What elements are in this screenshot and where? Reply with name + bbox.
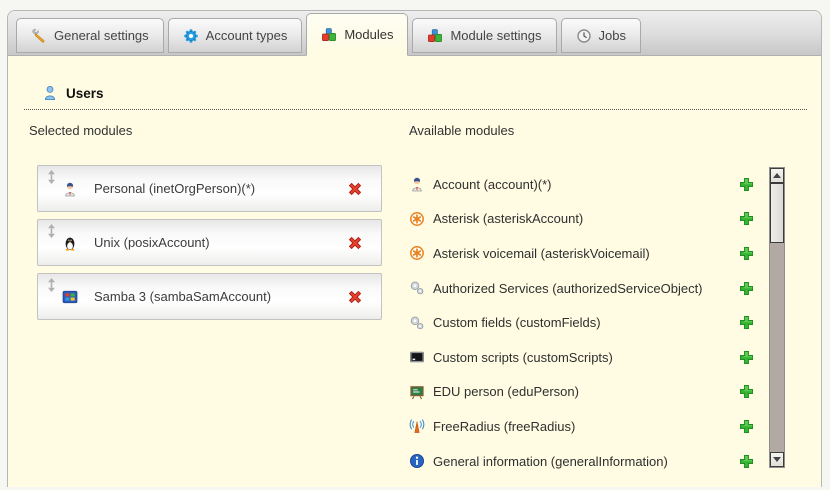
available-module-label: Asterisk (asteriskAccount) bbox=[433, 211, 738, 226]
available-module-label: EDU person (eduPerson) bbox=[433, 384, 738, 399]
person-icon bbox=[62, 181, 78, 197]
add-module-button[interactable] bbox=[738, 383, 755, 400]
scroll-down-button[interactable] bbox=[770, 452, 784, 467]
available-module-row: Authorized Services (authorizedServiceOb… bbox=[409, 271, 755, 306]
available-module-row: Custom fields (customFields) bbox=[409, 305, 755, 340]
selected-modules-label: Selected modules bbox=[29, 123, 132, 138]
tab-module-settings[interactable]: Module settings bbox=[412, 18, 556, 53]
add-module-button[interactable] bbox=[738, 176, 755, 193]
config-tabs-container: General settings Account types Modules Modu… bbox=[7, 10, 822, 487]
user-icon bbox=[42, 85, 58, 101]
available-module-row: Asterisk (asteriskAccount) bbox=[409, 202, 755, 237]
available-modules-label: Available modules bbox=[409, 123, 514, 138]
tab-account-types[interactable]: Account types bbox=[168, 18, 303, 53]
tab-label: General settings bbox=[54, 28, 149, 43]
gear-icon bbox=[183, 28, 199, 44]
selected-module-label: Personal (inetOrgPerson)(*) bbox=[94, 181, 255, 196]
tab-label: Jobs bbox=[599, 28, 626, 43]
tab-modules[interactable]: Modules bbox=[306, 13, 408, 56]
selected-module-row[interactable]: Unix (posixAccount) bbox=[37, 219, 382, 266]
available-module-row: Custom scripts (customScripts) bbox=[409, 340, 755, 375]
info-icon bbox=[409, 453, 425, 469]
available-module-label: Account (account)(*) bbox=[433, 177, 738, 192]
tab-general-settings[interactable]: General settings bbox=[16, 18, 164, 53]
scrollbar-thumb[interactable] bbox=[770, 183, 784, 243]
scroll-up-button[interactable] bbox=[770, 168, 784, 183]
available-module-label: Asterisk voicemail (asteriskVoicemail) bbox=[433, 246, 738, 261]
tab-label: Module settings bbox=[450, 28, 541, 43]
add-module-button[interactable] bbox=[738, 314, 755, 331]
section-heading-users: Users bbox=[24, 85, 807, 110]
add-module-button[interactable] bbox=[738, 418, 755, 435]
windows-icon bbox=[62, 289, 78, 305]
asterisk-icon bbox=[409, 245, 425, 261]
available-module-label: Custom fields (customFields) bbox=[433, 315, 738, 330]
available-module-row: General information (generalInformation) bbox=[409, 444, 755, 479]
chalkboard-icon bbox=[409, 384, 425, 400]
available-module-label: Authorized Services (authorizedServiceOb… bbox=[433, 281, 738, 296]
gears-icon bbox=[409, 280, 425, 296]
tab-label: Account types bbox=[206, 28, 288, 43]
clock-icon bbox=[576, 28, 592, 44]
add-module-button[interactable] bbox=[738, 280, 755, 297]
gears-icon bbox=[409, 315, 425, 331]
person-icon bbox=[409, 176, 425, 192]
available-module-row: EDU person (eduPerson) bbox=[409, 375, 755, 410]
available-module-label: Custom scripts (customScripts) bbox=[433, 350, 738, 365]
tab-jobs[interactable]: Jobs bbox=[561, 18, 641, 53]
add-module-button[interactable] bbox=[738, 245, 755, 262]
modules-icon bbox=[427, 28, 443, 44]
available-module-label: General information (generalInformation) bbox=[433, 454, 738, 469]
remove-module-button[interactable] bbox=[346, 234, 364, 252]
available-module-row: Account (account)(*) bbox=[409, 167, 755, 202]
scroll-up-icon bbox=[773, 173, 781, 178]
drag-handle-icon[interactable] bbox=[47, 278, 56, 291]
tux-icon bbox=[62, 235, 78, 251]
add-module-button[interactable] bbox=[738, 349, 755, 366]
add-module-button[interactable] bbox=[738, 453, 755, 470]
drag-handle-icon[interactable] bbox=[47, 224, 56, 237]
available-modules-list: Account (account)(*) Asterisk (asteriskAc… bbox=[409, 167, 755, 478]
selected-module-label: Unix (posixAccount) bbox=[94, 235, 210, 250]
selected-module-row[interactable]: Samba 3 (sambaSamAccount) bbox=[37, 273, 382, 320]
selected-modules-list: Personal (inetOrgPerson)(*) Unix (posixAc… bbox=[37, 165, 382, 320]
drag-handle-icon[interactable] bbox=[47, 170, 56, 183]
wrench-icon bbox=[31, 28, 47, 44]
section-title: Users bbox=[66, 86, 104, 101]
available-module-row: Asterisk voicemail (asteriskVoicemail) bbox=[409, 236, 755, 271]
available-module-label: FreeRadius (freeRadius) bbox=[433, 419, 738, 434]
available-modules-scrollbar[interactable] bbox=[769, 167, 785, 468]
tab-label: Modules bbox=[344, 27, 393, 42]
terminal-icon bbox=[409, 349, 425, 365]
antenna-icon bbox=[409, 418, 425, 434]
add-module-button[interactable] bbox=[738, 210, 755, 227]
available-module-row: FreeRadius (freeRadius) bbox=[409, 409, 755, 444]
asterisk-icon bbox=[409, 211, 425, 227]
modules-icon bbox=[321, 27, 337, 43]
selected-module-row[interactable]: Personal (inetOrgPerson)(*) bbox=[37, 165, 382, 212]
tab-bar: General settings Account types Modules Modu… bbox=[8, 11, 821, 56]
remove-module-button[interactable] bbox=[346, 288, 364, 306]
scroll-down-icon bbox=[773, 457, 781, 462]
remove-module-button[interactable] bbox=[346, 180, 364, 198]
selected-module-label: Samba 3 (sambaSamAccount) bbox=[94, 289, 271, 304]
